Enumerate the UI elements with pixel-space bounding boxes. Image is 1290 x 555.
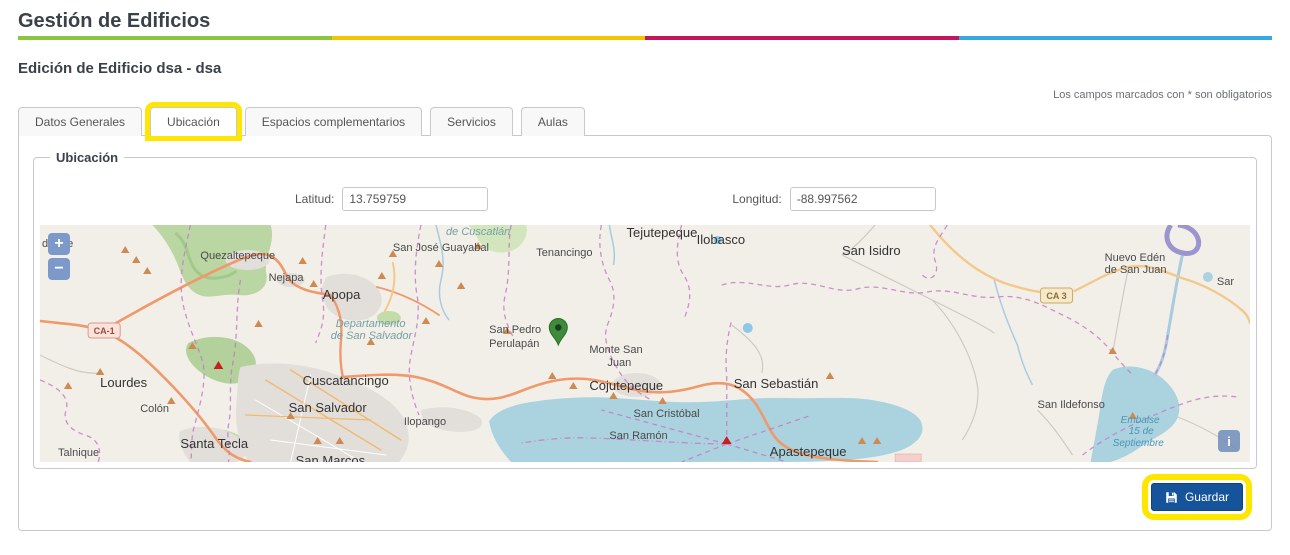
coordinates-row: Latitud: Longitud: [40, 187, 1250, 211]
accent-segment-blue [959, 36, 1273, 40]
tab-servicios[interactable]: Servicios [430, 107, 513, 136]
map-place-label: Ilobasco [697, 232, 745, 247]
save-button[interactable]: Guardar [1151, 483, 1243, 511]
map-place-label: 15 de [1129, 426, 1154, 437]
map-attribution-info-button[interactable]: i [1218, 430, 1240, 452]
map-image: CA-1CA 3 d ArceQuezaltepequeNejapaApopaS… [40, 225, 1250, 462]
map-zoom-in-button[interactable]: + [48, 233, 70, 255]
map-place-label: Embalse [1121, 415, 1160, 426]
map-place-label: Quezaltepeque [200, 250, 275, 262]
map-place-label: Talnique [58, 447, 99, 459]
map-place-label: Colón [140, 403, 169, 415]
accent-segment-green [18, 36, 332, 40]
latitude-input[interactable] [342, 187, 488, 211]
map-zoom-out-button[interactable]: − [48, 258, 70, 280]
form-actions-row: Guardar [33, 483, 1257, 511]
map-place-label: Tejutepeque [626, 225, 697, 240]
map-place-label: de Cuscatlán [446, 226, 510, 238]
map-place-label: San José Guayabal [393, 242, 489, 254]
map-place-label: Ilopango [404, 416, 446, 428]
map-place-label: Tenancingo [536, 247, 592, 259]
required-fields-note: Los campos marcados con * son obligatori… [18, 89, 1272, 101]
map-place-label: San Sebastián [734, 376, 819, 391]
latitude-group: Latitud: [295, 187, 488, 211]
save-button-label: Guardar [1185, 490, 1229, 504]
map-place-label: San Marcos [296, 453, 366, 462]
map-place-label: Lourdes [100, 375, 148, 390]
map-place-label: San Pedro [489, 324, 541, 336]
tab-ubicacion[interactable]: Ubicación [150, 107, 237, 136]
map-place-label: Apastepeque [770, 444, 847, 459]
road-shield-label: CA-1 [94, 326, 115, 336]
map-place-label: Cuscatancingo [303, 373, 389, 388]
map-place-label: Apopa [323, 287, 361, 302]
road-shield-label: CA 3 [1046, 291, 1066, 301]
map-place-label: Santa Tecla [180, 436, 249, 451]
map-place-label: Juan [607, 357, 631, 369]
map-place-label: Monte San [589, 344, 642, 356]
map-place-label: San Salvador [289, 400, 368, 415]
save-floppy-icon [1165, 491, 1178, 504]
building-management-page: Gestión de Edificios Edición de Edificio… [0, 10, 1290, 531]
tab-aulas[interactable]: Aulas [521, 107, 585, 136]
map-canvas[interactable]: CA-1CA 3 d ArceQuezaltepequeNejapaApopaS… [40, 225, 1250, 462]
tab-bar: Datos Generales Ubicación Espacios compl… [18, 107, 1272, 136]
map-place-label: Perulapán [489, 338, 539, 350]
map-place-label: Sar [1217, 276, 1234, 288]
longitude-input[interactable] [790, 187, 936, 211]
accent-bar [18, 36, 1272, 40]
tab-espacios-complementarios[interactable]: Espacios complementarios [245, 107, 422, 136]
map-place-label: de San Salvador [331, 330, 414, 342]
longitude-group: Longitud: [732, 187, 935, 211]
longitude-label: Longitud: [732, 192, 781, 206]
map-place-label: Cojutepeque [589, 378, 663, 393]
map-zoom-controls: + − [48, 233, 70, 280]
fieldset-legend: Ubicación [50, 150, 124, 165]
tab-panel: Ubicación Latitud: Longitud: [18, 135, 1272, 531]
accent-segment-yellow [332, 36, 646, 40]
map-place-label: Departamento [336, 318, 406, 330]
ubicacion-fieldset: Ubicación Latitud: Longitud: [33, 150, 1257, 469]
edit-subtitle: Edición de Edificio dsa - dsa [18, 60, 1272, 77]
tab-datos-generales[interactable]: Datos Generales [18, 107, 142, 136]
map-place-label: Nuevo Edén [1105, 252, 1166, 264]
map-place-label: San Cristóbal [633, 408, 699, 420]
map-place-label: de San Juan [1105, 264, 1167, 276]
map-place-label: Nejapa [269, 272, 305, 284]
map-place-label: Septiembre [1113, 438, 1165, 449]
map-place-label: San Ramón [609, 430, 667, 442]
map-place-label: San Isidro [842, 243, 901, 258]
map-place-label: San Ildefonso [1037, 399, 1104, 411]
accent-segment-crimson [645, 36, 959, 40]
latitude-label: Latitud: [295, 192, 334, 206]
page-title: Gestión de Edificios [18, 10, 1272, 32]
